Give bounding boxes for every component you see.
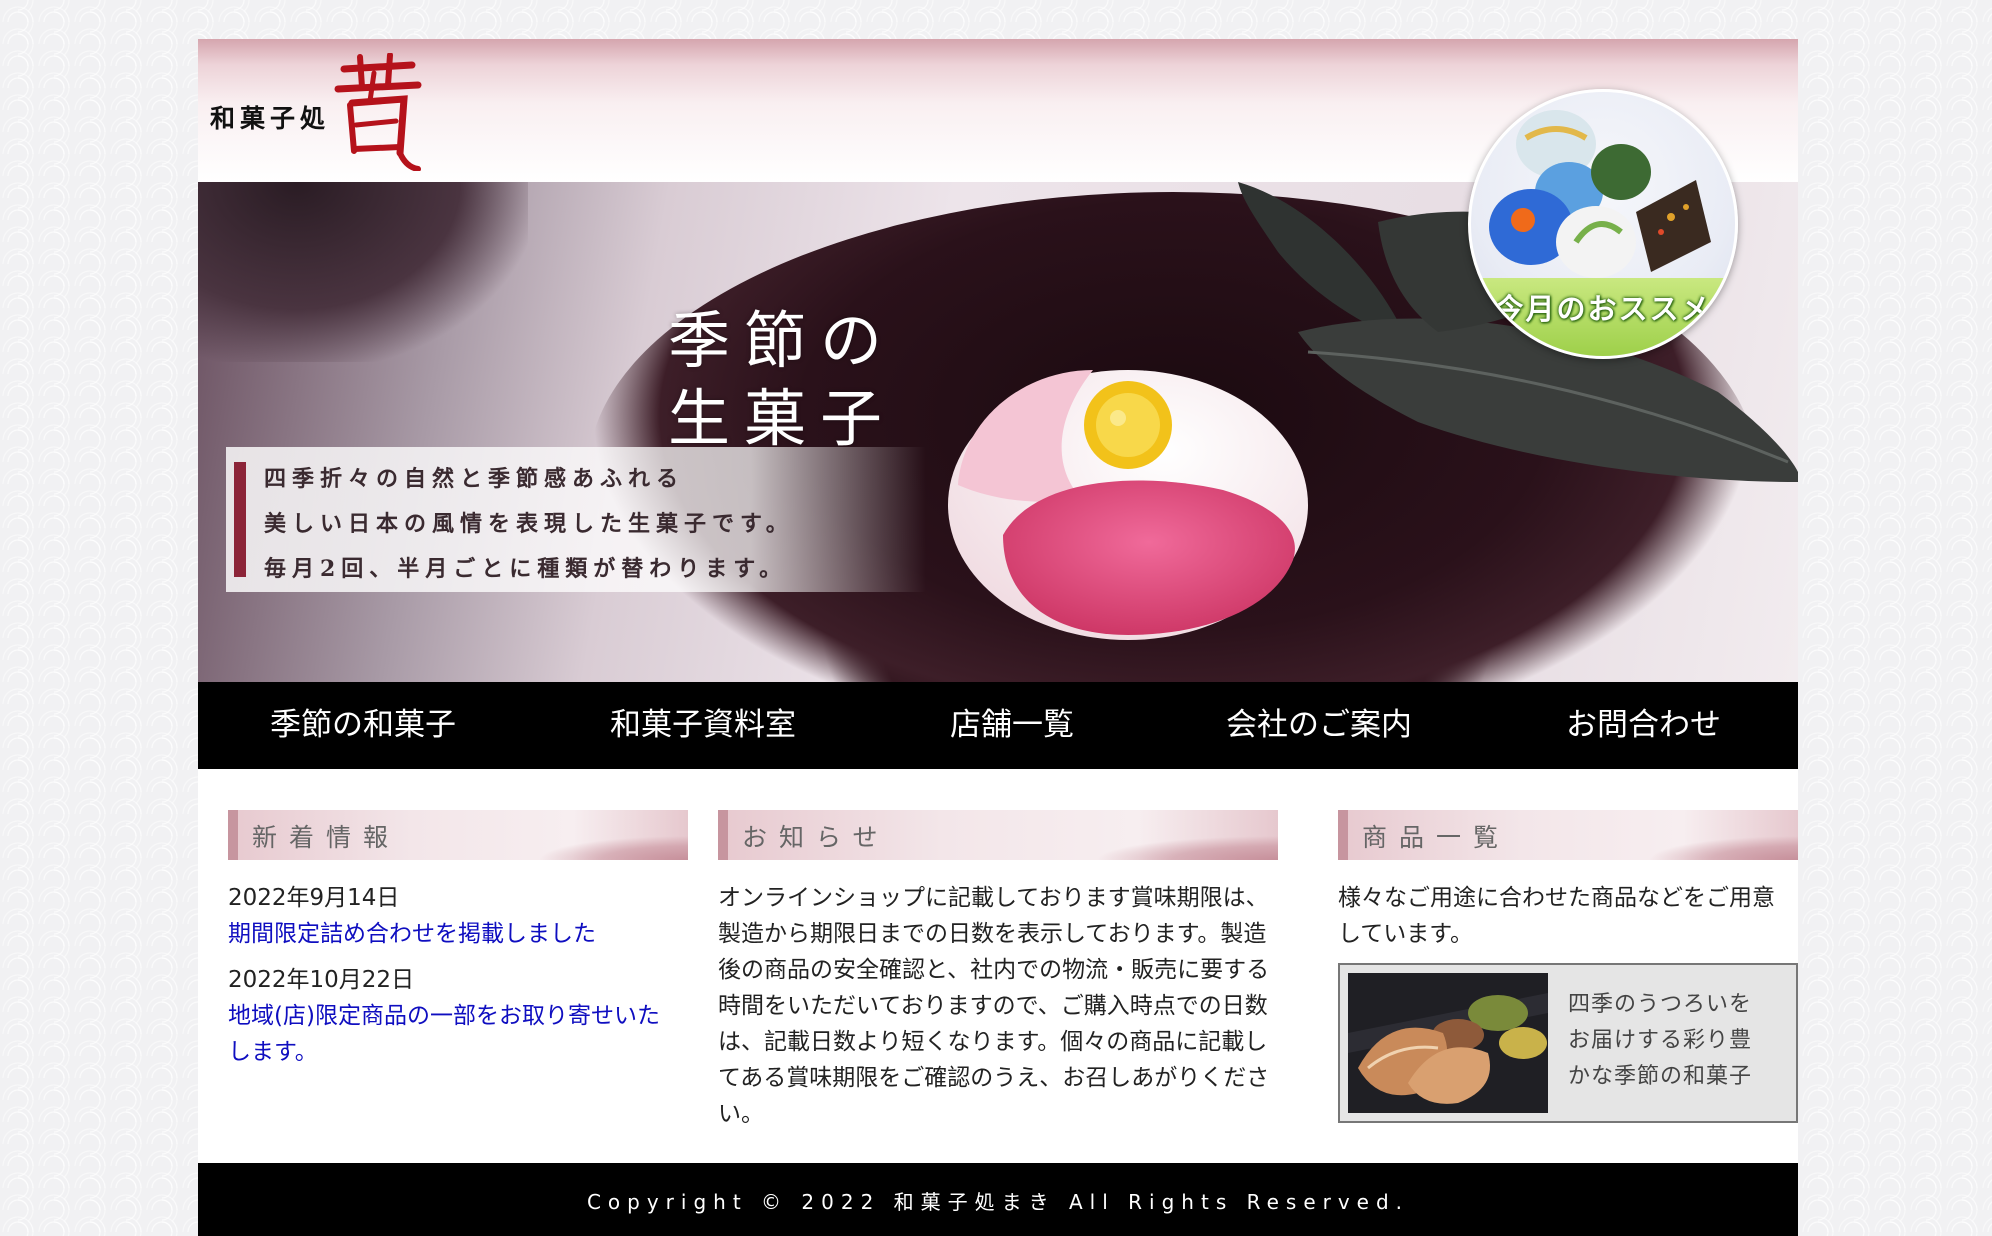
hero-title-line: 季節の <box>668 304 897 377</box>
news-list: 2022年9月14日 期間限定詰め合わせを掲載しました 2022年10月22日 … <box>228 880 698 1070</box>
news-link[interactable]: 地域(店)限定商品の一部をお取り寄せいた します。 <box>228 998 698 1070</box>
notice-line: 時間をいただいておりますので、ご購入時点での日数 <box>718 993 1268 1019</box>
products-heading-text: 商品一覧 <box>1362 823 1511 852</box>
news-link-line: 地域(店)限定商品の一部をお取り寄せいた <box>228 1003 660 1029</box>
products-heading: 商品一覧 <box>1338 810 1798 860</box>
logo[interactable] <box>330 53 426 171</box>
hero-description: 四季折々の自然と季節感あふれる 美しい日本の風情を表現した生菓子です。 毎月2回… <box>264 457 794 592</box>
main-nav: 季節の和菓子 和菓子資料室 店舗一覧 会社のご案内 お問合わせ <box>198 682 1798 769</box>
notice-heading: お知らせ <box>718 810 1278 860</box>
hero-title: 季節の 生菓子 <box>668 302 896 458</box>
notice-line: てある賞味期限をご確認のうえ、お召しあがりくださ <box>718 1065 1270 1091</box>
news-link-line: します。 <box>228 1039 318 1065</box>
recommend-badge[interactable]: 今月のおススメ <box>1468 89 1738 359</box>
products-banner-line: お届けする彩り豊 <box>1568 1028 1753 1053</box>
products-intro: 様々なご用途に合わせた商品などをご用意 しています。 <box>1338 880 1798 952</box>
page: 和菓子処 季節の 生菓子 四季折々の自然と季節感あふれる 美しい日本の風情を表現… <box>198 39 1798 1236</box>
products-banner[interactable]: 四季のうつろいを お届けする彩り豊 かな季節の和菓子 <box>1338 963 1798 1123</box>
products-intro-line: 様々なご用途に合わせた商品などをご用意 <box>1338 885 1775 911</box>
nav-item-wagashi-library[interactable]: 和菓子資料室 <box>610 682 796 769</box>
nav-item-store-list[interactable]: 店舗一覧 <box>950 682 1074 769</box>
notice-heading-text: お知らせ <box>742 823 890 852</box>
notice-line: オンラインショップに記載しております賞味期限は、 <box>718 885 1269 911</box>
products-banner-line: 四季のうつろいを <box>1568 992 1753 1017</box>
products-banner-photo <box>1348 973 1548 1113</box>
footer: Copyright © 2022 和菓子処まき All Rights Reser… <box>198 1163 1798 1236</box>
heading-bar <box>228 810 238 860</box>
nav-item-seasonal-wagashi[interactable]: 季節の和菓子 <box>270 682 456 769</box>
hero-description-line: 四季折々の自然と季節感あふれる <box>264 466 685 492</box>
notice-line: 後の商品の安全確認と、社内での物流・販売に要する <box>718 957 1270 983</box>
news-heading: 新着情報 <box>228 810 688 860</box>
products-banner-text: 四季のうつろいを お届けする彩り豊 かな季節の和菓子 <box>1568 987 1752 1095</box>
shop-name-prefix: 和菓子処 <box>210 104 331 133</box>
notice-line: 製造から期限日までの日数を表示しております。製造 <box>718 921 1267 947</box>
news-date: 2022年10月22日 <box>228 967 415 993</box>
hero-description-line: 美しい日本の風情を表現した生菓子です。 <box>264 511 794 537</box>
wagashi-photo <box>1348 973 1548 1113</box>
products-intro-line: しています。 <box>1338 921 1474 947</box>
notice-text: オンラインショップに記載しております賞味期限は、 製造から期限日までの日数を表示… <box>718 880 1308 1132</box>
notice-line: い。 <box>718 1101 764 1127</box>
camellia-wagashi <box>948 370 1308 640</box>
notice-line: は、記載日数より短くなります。個々の商品に記載し <box>718 1029 1268 1055</box>
news-heading-text: 新着情報 <box>252 823 401 852</box>
hero-description-line: 毎月2回、半月ごとに種類が替わります。 <box>264 556 788 582</box>
products-banner-line: かな季節の和菓子 <box>1568 1064 1753 1089</box>
heading-bar <box>718 810 728 860</box>
heading-bar <box>1338 810 1348 860</box>
news-date: 2022年9月14日 <box>228 885 400 911</box>
nav-item-contact[interactable]: お問合わせ <box>1566 682 1721 769</box>
recommend-label: 今月のおススメ <box>1494 292 1712 326</box>
hero-description-bar <box>234 462 246 577</box>
news-link[interactable]: 期間限定詰め合わせを掲載しました <box>228 916 698 952</box>
nav-item-company-info[interactable]: 会社のご案内 <box>1226 682 1412 769</box>
copyright-text: Copyright © 2022 和菓子処まき All Rights Reser… <box>586 1190 1410 1214</box>
